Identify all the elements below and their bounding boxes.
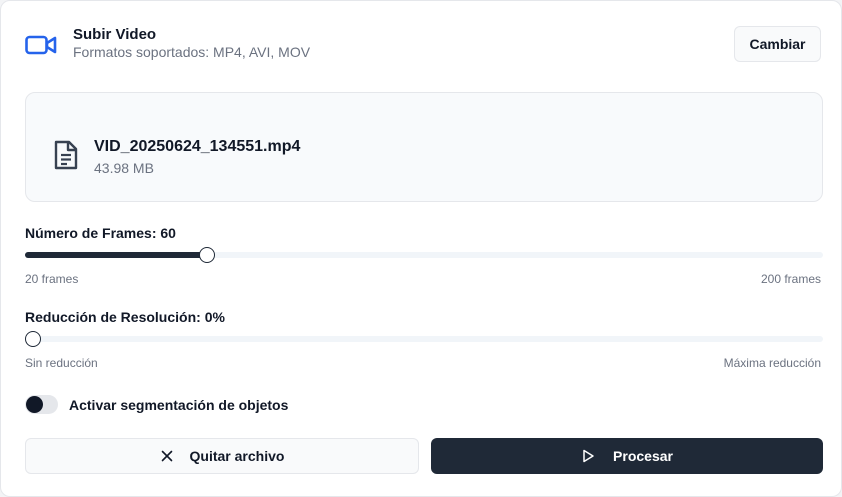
segmentation-toggle-label: Activar segmentación de objetos (69, 397, 289, 413)
page-title: Subir Video (73, 26, 157, 43)
file-name: VID_20250624_134551.mp4 (94, 138, 301, 155)
play-icon (583, 449, 594, 463)
frames-min-label: 20 frames (25, 272, 79, 286)
resolution-min-label: Sin reducción (25, 356, 98, 370)
resolution-slider-thumb[interactable] (25, 331, 41, 347)
process-label: Procesar (613, 448, 673, 464)
resolution-slider[interactable] (25, 331, 823, 347)
file-size: 43.98 MB (94, 160, 154, 176)
frames-slider-label: Número de Frames: 60 (25, 225, 176, 241)
remove-file-button[interactable]: Quitar archivo (25, 438, 419, 474)
close-icon (161, 450, 172, 462)
process-button[interactable]: Procesar (431, 438, 823, 474)
header: Subir Video Formatos soportados: MP4, AV… (25, 25, 821, 65)
remove-file-label: Quitar archivo (189, 448, 285, 464)
frames-max-label: 200 frames (760, 272, 821, 286)
frames-slider-thumb[interactable] (199, 247, 215, 263)
frames-slider[interactable] (25, 247, 823, 263)
frames-slider-fill (25, 252, 207, 258)
resolution-max-label: Máxima reducción (723, 356, 821, 370)
resolution-slider-label: Reducción de Resolución: 0% (25, 309, 225, 325)
video-camera-icon (25, 35, 57, 55)
document-icon (54, 140, 78, 170)
segmentation-toggle-knob (26, 396, 43, 413)
segmentation-toggle[interactable] (25, 395, 58, 414)
supported-formats-text: Formatos soportados: MP4, AVI, MOV (73, 44, 311, 60)
selected-file-panel: VID_20250624_134551.mp4 43.98 MB (25, 92, 823, 202)
upload-video-card: Subir Video Formatos soportados: MP4, AV… (0, 0, 842, 497)
change-file-button[interactable]: Cambiar (734, 26, 821, 62)
